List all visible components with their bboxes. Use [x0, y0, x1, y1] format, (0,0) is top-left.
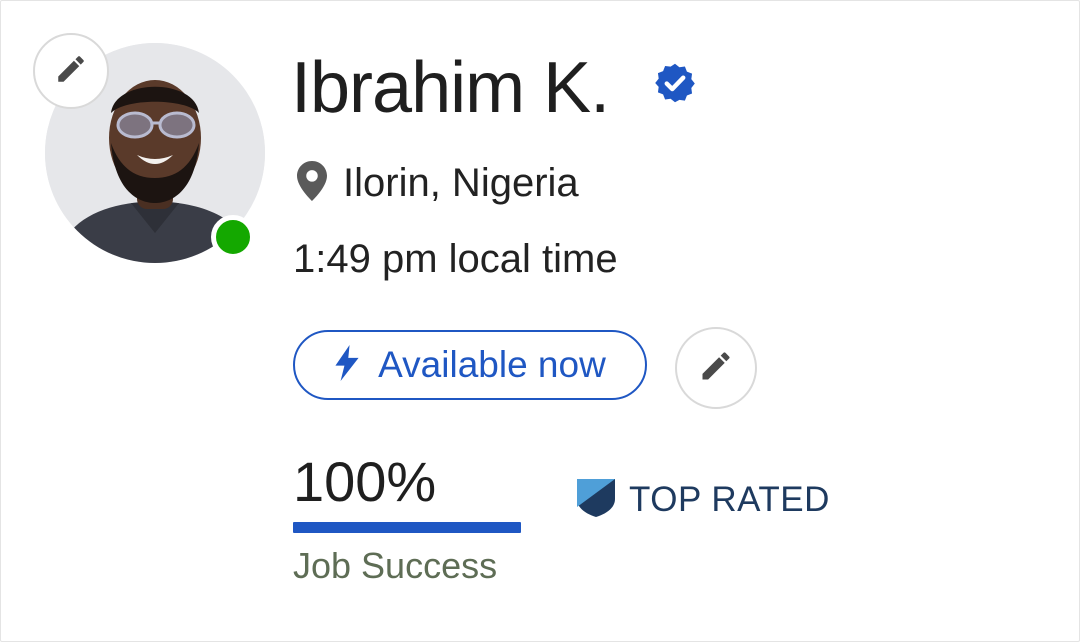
- availability-label: Available now: [378, 344, 606, 385]
- online-status-dot: [211, 215, 255, 259]
- profile-card: Ibrahim K. Ilorin, Nigeria 1:49 pm local…: [0, 0, 1080, 642]
- availability-button[interactable]: Available now: [293, 330, 647, 400]
- top-rated-shield-icon: [577, 477, 615, 522]
- profile-name: Ibrahim K.: [291, 48, 610, 128]
- job-success-value: 100%: [293, 450, 437, 513]
- location-row: Ilorin, Nigeria: [297, 158, 579, 208]
- verified-badge-icon: [653, 61, 697, 105]
- top-rated-badge: TOP RATED: [577, 477, 830, 522]
- edit-photo-button[interactable]: [33, 33, 109, 109]
- job-success-label: Job Success: [293, 545, 498, 586]
- pencil-icon: [54, 52, 88, 91]
- pencil-icon: [698, 348, 734, 389]
- local-time: 1:49 pm local time: [293, 237, 618, 281]
- top-rated-label: TOP RATED: [629, 479, 830, 519]
- lightning-bolt-icon: [334, 344, 360, 386]
- job-success-bar-fill: [293, 522, 521, 533]
- location-text: Ilorin, Nigeria: [343, 160, 579, 205]
- job-success-bar: [293, 522, 521, 533]
- map-pin-icon: [297, 160, 327, 206]
- edit-availability-button[interactable]: [675, 327, 757, 409]
